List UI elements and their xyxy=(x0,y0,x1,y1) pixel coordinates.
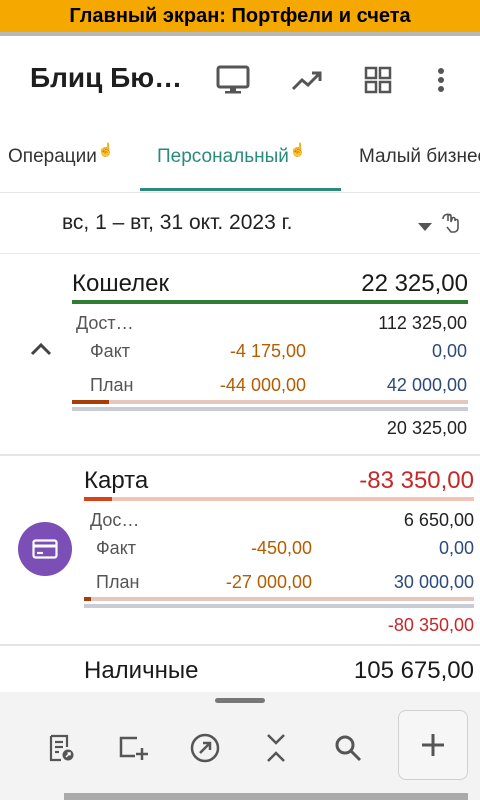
horizontal-scrollbar[interactable] xyxy=(64,793,468,800)
credit-card-icon[interactable] xyxy=(18,522,72,576)
app-title: Блиц Бю… xyxy=(30,62,183,93)
tab-personal[interactable]: Персональный☝ xyxy=(157,142,306,168)
plan-spent: -27 000,00 xyxy=(225,572,312,592)
pointer-icon: ☝ xyxy=(97,142,115,157)
available-value: 6 650,00 xyxy=(403,510,474,530)
plan-income: 42 000,00 xyxy=(386,375,467,395)
screen-title-banner: Главный экран: Портфели и счета xyxy=(0,0,480,32)
spent-progress-track xyxy=(72,400,468,404)
spent-progress-track xyxy=(84,597,474,601)
account-balance: 105 675,00 xyxy=(353,657,474,684)
report-icon[interactable] xyxy=(44,730,80,766)
dashboard-icon[interactable] xyxy=(358,60,398,100)
tab-label: Операции xyxy=(8,146,97,167)
fact-spent: -450,00 xyxy=(250,538,312,558)
date-range-label: вс, 1 – вт, 31 окт. 2023 г. xyxy=(62,211,293,234)
account-divider xyxy=(0,454,480,456)
trending-up-icon[interactable] xyxy=(287,60,327,100)
account-name: Карта xyxy=(84,467,149,494)
tab-small-business[interactable]: Малый бизнес xyxy=(359,146,480,168)
active-tab-indicator xyxy=(140,188,341,191)
tab-label: Малый бизнес xyxy=(359,146,480,167)
available-label: Дост… xyxy=(76,313,134,333)
projected-balance: -80 350,00 xyxy=(387,615,474,635)
plan-income: 30 000,00 xyxy=(393,572,474,592)
account-name: Кошелек xyxy=(72,270,169,297)
search-icon[interactable] xyxy=(330,730,366,766)
balance-underline xyxy=(72,300,468,304)
tab-label: Персональный xyxy=(157,146,289,167)
plan-label: План xyxy=(90,375,134,395)
fact-spent: -4 175,00 xyxy=(229,341,306,361)
add-button[interactable] xyxy=(398,710,468,780)
fact-income: 0,00 xyxy=(431,341,467,361)
date-range-bar[interactable]: вс, 1 – вт, 31 окт. 2023 г. xyxy=(0,193,480,254)
plan-label: План xyxy=(96,572,140,592)
collapse-chevron-icon[interactable] xyxy=(30,342,52,361)
projected-balance: 20 325,00 xyxy=(386,418,467,438)
bottom-toolbar xyxy=(0,692,480,800)
monitor-icon[interactable] xyxy=(213,60,253,100)
add-to-screen-icon[interactable] xyxy=(115,730,151,766)
account-balance: 22 325,00 xyxy=(361,270,468,297)
plan-spent: -44 000,00 xyxy=(219,375,306,395)
income-progress-track xyxy=(72,407,468,411)
tab-bar: Операции☝ Персональный☝ Малый бизнес xyxy=(0,122,480,193)
pointer-gesture-icon[interactable] xyxy=(440,211,462,238)
open-in-icon[interactable] xyxy=(187,730,223,766)
fact-label: Факт xyxy=(90,341,131,361)
more-vert-icon[interactable] xyxy=(421,60,461,100)
income-progress-track xyxy=(84,604,474,608)
collapse-all-icon[interactable] xyxy=(258,730,294,766)
drag-handle[interactable] xyxy=(215,698,265,703)
pointer-icon: ☝ xyxy=(289,142,307,157)
account-name: Наличные xyxy=(84,657,199,684)
spent-progress-fill xyxy=(84,597,91,601)
balance-underline-track xyxy=(84,497,474,501)
balance-underline-fill xyxy=(84,497,112,501)
app-bar: Блиц Бю… xyxy=(0,36,480,122)
available-value: 112 325,00 xyxy=(378,313,467,333)
available-label: Дос… xyxy=(90,510,140,530)
spent-progress-fill xyxy=(72,400,109,404)
account-balance: -83 350,00 xyxy=(359,467,474,494)
fact-income: 0,00 xyxy=(438,538,474,558)
account-divider xyxy=(0,644,480,646)
dropdown-arrow-icon[interactable] xyxy=(418,218,432,236)
tab-operations[interactable]: Операции☝ xyxy=(8,142,114,168)
fact-label: Факт xyxy=(96,538,137,558)
